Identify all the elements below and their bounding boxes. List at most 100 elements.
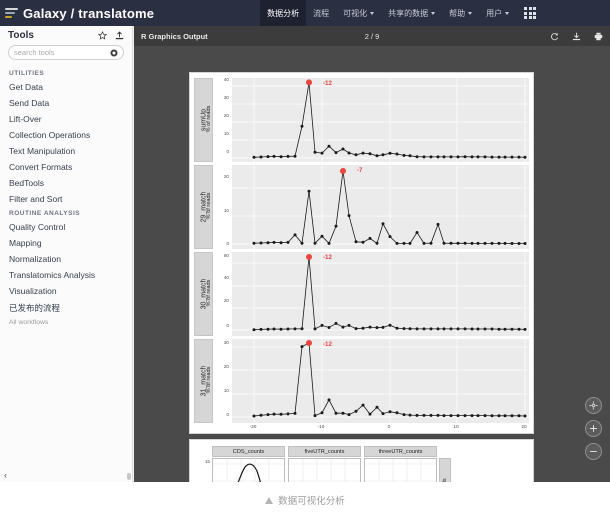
nav-item-user[interactable]: 用户 bbox=[479, 0, 516, 26]
zoom-out-button[interactable] bbox=[585, 443, 602, 460]
y-axis-label: % of reads bbox=[206, 105, 212, 133]
nav-label-shared-data: 共享的数据 bbox=[388, 8, 429, 18]
y-tick: 15 bbox=[204, 459, 210, 464]
series-sumup bbox=[232, 78, 529, 162]
chevron-down-icon bbox=[370, 11, 375, 15]
tool-item-lift-over[interactable]: Lift-Over bbox=[0, 111, 132, 127]
facet-panel-29-match bbox=[232, 165, 529, 249]
refresh-icon[interactable] bbox=[550, 32, 559, 41]
nav-label-user: 用户 bbox=[486, 8, 503, 18]
matrix-row-strip-cds: CDS_counts bbox=[439, 458, 451, 482]
zoom-out-icon bbox=[590, 451, 597, 452]
nav-item-analysis[interactable]: 数据分析 bbox=[260, 0, 307, 26]
peak-annotation: -12 bbox=[323, 254, 332, 261]
x-tick: -20 bbox=[249, 425, 257, 430]
facet-panel-31-match bbox=[232, 339, 529, 423]
y-tick: 10 bbox=[223, 208, 229, 213]
y-tick: 0 bbox=[226, 412, 229, 417]
nav-item-help[interactable]: 帮助 bbox=[442, 0, 479, 26]
x-tick: -10 bbox=[317, 425, 325, 430]
peak-annotation: -7 bbox=[357, 167, 363, 174]
tool-item-mapping[interactable]: Mapping bbox=[0, 235, 132, 251]
tool-panel-scrollbar[interactable] bbox=[127, 473, 131, 480]
app-grid-icon[interactable] bbox=[524, 7, 536, 19]
viewer-toolbar: R Graphics Output 2 / 9 bbox=[134, 26, 610, 46]
y-tick: 60 bbox=[223, 253, 229, 258]
tool-section-heading-utilities: UTILITIES bbox=[9, 70, 45, 77]
chevron-left-icon[interactable]: ‹ bbox=[4, 471, 7, 480]
tool-item-visualization[interactable]: Visualization bbox=[0, 283, 132, 299]
search-icon[interactable] bbox=[110, 49, 118, 57]
x-tick: 0 bbox=[387, 425, 391, 430]
y-tick: 40 bbox=[223, 275, 229, 280]
y-tick: 30 bbox=[223, 95, 229, 100]
graphics-canvas[interactable]: sumUp % of reads 40 30 20 10 0 -12 29_ma… bbox=[134, 46, 610, 482]
download-icon[interactable] bbox=[572, 32, 581, 41]
fit-to-screen-button[interactable] bbox=[585, 397, 602, 414]
tool-item-get-data[interactable]: Get Data bbox=[0, 79, 132, 95]
tool-item-published-workflows[interactable]: 已发布的流程 bbox=[0, 299, 132, 317]
peak-marker bbox=[306, 79, 312, 86]
y-axis-label: % of reads bbox=[206, 366, 212, 394]
masthead: Galaxy / translatome 数据分析 流程 可视化 共享的数据 帮… bbox=[0, 0, 610, 26]
print-icon[interactable] bbox=[594, 32, 603, 41]
facet-panel-30-match bbox=[232, 252, 529, 336]
y-axis-label: % of reads bbox=[206, 192, 212, 220]
galaxy-logo-icon bbox=[5, 7, 18, 20]
tool-list: UTILITIES Get Data Send Data Lift-Over C… bbox=[0, 67, 132, 329]
matrix-header-cds: CDS_counts bbox=[212, 446, 285, 457]
nav-item-workflow[interactable]: 流程 bbox=[306, 0, 336, 26]
tool-item-bedtools[interactable]: BedTools bbox=[0, 175, 132, 191]
upload-icon[interactable] bbox=[115, 31, 124, 40]
tool-item-translatomics-analysis[interactable]: Translatomics Analysis bbox=[0, 267, 132, 283]
matrix-header-threeutr: threeUTR_counts bbox=[364, 446, 437, 457]
matrix-panel-threeutr bbox=[364, 458, 437, 482]
nav-label-help: 帮助 bbox=[449, 8, 466, 18]
peak-annotation: -12 bbox=[323, 80, 332, 87]
nav-item-visualization[interactable]: 可视化 bbox=[336, 0, 381, 26]
zoom-in-icon bbox=[590, 425, 597, 432]
tool-item-filter-and-sort[interactable]: Filter and Sort bbox=[0, 191, 132, 207]
tool-item-send-data[interactable]: Send Data bbox=[0, 95, 132, 111]
tool-item-text-manipulation[interactable]: Text Manipulation bbox=[0, 143, 132, 159]
density-curve bbox=[213, 459, 284, 482]
nav-label-workflow: 流程 bbox=[313, 8, 330, 18]
triangle-up-icon bbox=[265, 496, 274, 504]
series-31-match bbox=[232, 339, 529, 423]
zoom-in-button[interactable] bbox=[585, 420, 602, 437]
fit-to-screen-icon bbox=[589, 401, 598, 410]
peak-marker bbox=[306, 254, 312, 260]
r-graphics-page-2: sumUp % of reads 40 30 20 10 0 -12 29_ma… bbox=[190, 73, 533, 433]
tool-item-quality-control[interactable]: Quality Control bbox=[0, 219, 132, 235]
tool-section-heading-routine-analysis: ROUTINE ANALYSIS bbox=[9, 210, 81, 217]
y-tick: 20 bbox=[223, 174, 229, 179]
main-nav: 数据分析 流程 可视化 共享的数据 帮助 用户 bbox=[260, 0, 536, 26]
tool-item-normalization[interactable]: Normalization bbox=[0, 251, 132, 267]
matrix-panel-fiveutr bbox=[288, 458, 361, 482]
y-tick: 0 bbox=[226, 241, 229, 246]
y-tick: 20 bbox=[223, 298, 229, 303]
tool-panel: Tools UTILITIES Get Data Send Data bbox=[0, 26, 133, 482]
y-tick: 20 bbox=[223, 113, 229, 118]
search-tools-box[interactable] bbox=[8, 45, 124, 60]
figure-caption: 数据可视化分析 bbox=[0, 482, 610, 518]
tool-item-collection-operations[interactable]: Collection Operations bbox=[0, 127, 132, 143]
nav-item-shared-data[interactable]: 共享的数据 bbox=[381, 0, 442, 26]
matrix-header-fiveutr: fiveUTR_counts bbox=[288, 446, 361, 457]
brand-title: Galaxy / translatome bbox=[23, 5, 155, 21]
y-tick: 30 bbox=[223, 340, 229, 345]
facet-panel-sumup bbox=[232, 78, 529, 162]
y-tick: 0 bbox=[226, 149, 229, 154]
search-input[interactable] bbox=[14, 48, 106, 57]
tool-item-convert-formats[interactable]: Convert Formats bbox=[0, 159, 132, 175]
tool-item-all-workflows[interactable]: All workflows bbox=[0, 317, 132, 329]
nav-label-analysis: 数据分析 bbox=[267, 8, 300, 18]
chevron-down-icon bbox=[468, 11, 473, 15]
tool-panel-title: Tools bbox=[8, 30, 34, 41]
viewer-actions bbox=[550, 32, 603, 41]
dataset-viewer: R Graphics Output 2 / 9 sumUp % of reads… bbox=[134, 26, 610, 482]
brand[interactable]: Galaxy / translatome bbox=[0, 6, 154, 21]
star-icon[interactable] bbox=[98, 31, 107, 40]
chevron-down-icon bbox=[431, 11, 436, 15]
caption-text: 数据可视化分析 bbox=[278, 496, 345, 507]
